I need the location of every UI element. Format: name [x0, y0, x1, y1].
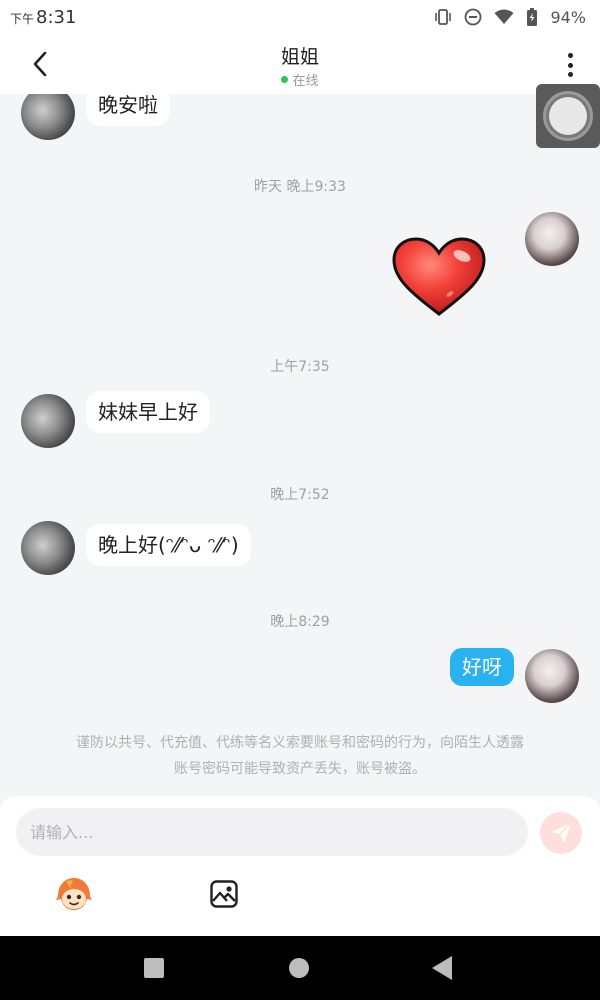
- status-ampm: 下午: [10, 11, 35, 26]
- do-not-disturb-icon: [465, 8, 482, 26]
- contact-avatar[interactable]: [21, 521, 75, 575]
- heart-sticker-icon[interactable]: [390, 236, 488, 318]
- message-timestamp: 昨天 晚上9:33: [254, 179, 346, 195]
- more-dot-icon: [567, 62, 573, 68]
- chat-title: 姐姐: [280, 46, 319, 68]
- chat-title-block: 姐姐 在线: [0, 42, 600, 89]
- online-status-text: 在线: [292, 74, 319, 89]
- message-timestamp: 晚上7:52: [270, 487, 330, 503]
- status-time: 8:31: [36, 6, 77, 28]
- chat-header: 姐姐 在线: [0, 34, 600, 94]
- battery-icon: [527, 8, 538, 26]
- contact-avatar[interactable]: [21, 394, 75, 448]
- emoji-button[interactable]: [54, 876, 94, 912]
- back-triangle-icon[interactable]: [432, 956, 452, 980]
- assistive-touch-core: [549, 97, 587, 135]
- system-nav-bar: [0, 936, 600, 1000]
- recents-square-icon[interactable]: [144, 958, 164, 978]
- security-warning-line: 账号密码可能导致资产丢失，账号被盗。: [174, 761, 426, 777]
- message-bubble-incoming[interactable]: 晚上好(ᵔ⁄⁄ᵔᴗ ᵔ⁄⁄ᵔ): [86, 524, 251, 566]
- message-bubble-outgoing[interactable]: 好呀: [450, 648, 514, 686]
- my-avatar[interactable]: [525, 649, 579, 703]
- status-icons: 94%: [434, 8, 586, 27]
- battery-percent: 94%: [550, 7, 586, 27]
- assistive-touch-ring: [543, 91, 593, 141]
- chat-message-list[interactable]: 晚安啦 昨天 晚上9:33 上午7:35 妹妹早上好 晚上7:52 晚上好(ᵔ⁄…: [0, 94, 600, 796]
- home-circle-icon[interactable]: [289, 958, 309, 978]
- status-clock: 下午 8:31: [10, 7, 76, 28]
- online-dot: [281, 76, 289, 83]
- my-avatar[interactable]: [525, 212, 579, 266]
- contact-avatar[interactable]: [21, 94, 75, 140]
- send-button[interactable]: [540, 812, 582, 854]
- vibrate-icon: [435, 9, 452, 25]
- status-bar: 下午 8:31 94%: [0, 0, 600, 34]
- security-warning-line: 谨防以共号、代充值、代练等名义索要账号和密码的行为，向陌生人透露: [76, 735, 524, 751]
- assistive-touch-button[interactable]: [536, 84, 600, 148]
- image-button[interactable]: [206, 876, 242, 912]
- message-timestamp: 晚上8:29: [270, 614, 330, 630]
- security-warning: 谨防以共号、代充值、代练等名义索要账号和密码的行为，向陌生人透露 账号密码可能导…: [30, 730, 570, 782]
- message-bubble-incoming[interactable]: 妹妹早上好: [86, 391, 210, 433]
- wifi-icon: [494, 9, 514, 24]
- image-icon: [210, 880, 238, 908]
- message-timestamp: 上午7:35: [270, 359, 330, 375]
- emoji-face-icon: [56, 878, 92, 910]
- more-dot-icon: [567, 72, 573, 77]
- message-input[interactable]: [16, 808, 528, 856]
- message-bubble-incoming[interactable]: 晚安啦: [86, 94, 170, 126]
- online-status: 在线: [0, 70, 600, 89]
- input-panel: [0, 796, 600, 936]
- send-icon: [551, 822, 572, 843]
- more-options-button[interactable]: [560, 50, 580, 80]
- more-dot-icon: [567, 53, 573, 58]
